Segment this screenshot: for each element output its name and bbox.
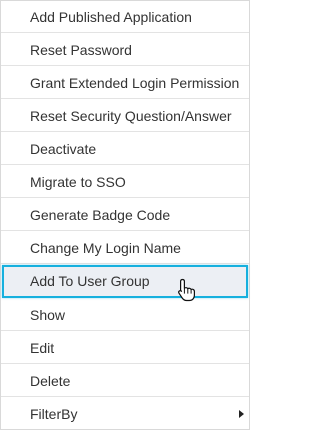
menu-item-migrate-to-sso[interactable]: Migrate to SSO [1,166,249,198]
menu-item-label: Grant Extended Login Permission [30,75,240,91]
menu-item-label: Reset Security Question/Answer [30,108,232,124]
menu-item-deactivate[interactable]: Deactivate [1,133,249,165]
menu-item-add-to-user-group[interactable]: Add To User Group [2,265,248,298]
menu-item-label: Change My Login Name [30,240,181,256]
menu-item-change-my-login-name[interactable]: Change My Login Name [1,232,249,264]
menu-item-reset-password[interactable]: Reset Password [1,34,249,66]
menu-item-delete[interactable]: Delete [1,365,249,397]
menu-item-reset-security-question[interactable]: Reset Security Question/Answer [1,100,249,132]
chevron-right-icon [239,410,244,418]
menu-item-add-published-application[interactable]: Add Published Application [1,1,249,33]
menu-item-label: Reset Password [30,42,132,58]
menu-item-show[interactable]: Show [1,299,249,331]
menu-item-label: Edit [30,340,55,356]
menu-item-label: Delete [30,373,71,389]
menu-item-label: FilterBy [30,406,78,422]
menu-item-label: Add Published Application [30,9,192,25]
menu-item-grant-extended-login-permission[interactable]: Grant Extended Login Permission [1,67,249,99]
menu-item-edit[interactable]: Edit [1,332,249,364]
menu-item-generate-badge-code[interactable]: Generate Badge Code [1,199,249,231]
menu-item-filterby[interactable]: FilterBy [1,398,249,430]
menu-item-label: Add To User Group [30,273,150,289]
hand-pointer-icon [178,278,195,302]
menu-item-label: Deactivate [30,141,97,157]
menu-item-label: Show [30,307,66,323]
menu-item-label: Migrate to SSO [30,174,126,190]
menu-item-label: Generate Badge Code [30,207,171,223]
context-menu: Add Published Application Reset Password… [0,0,250,430]
